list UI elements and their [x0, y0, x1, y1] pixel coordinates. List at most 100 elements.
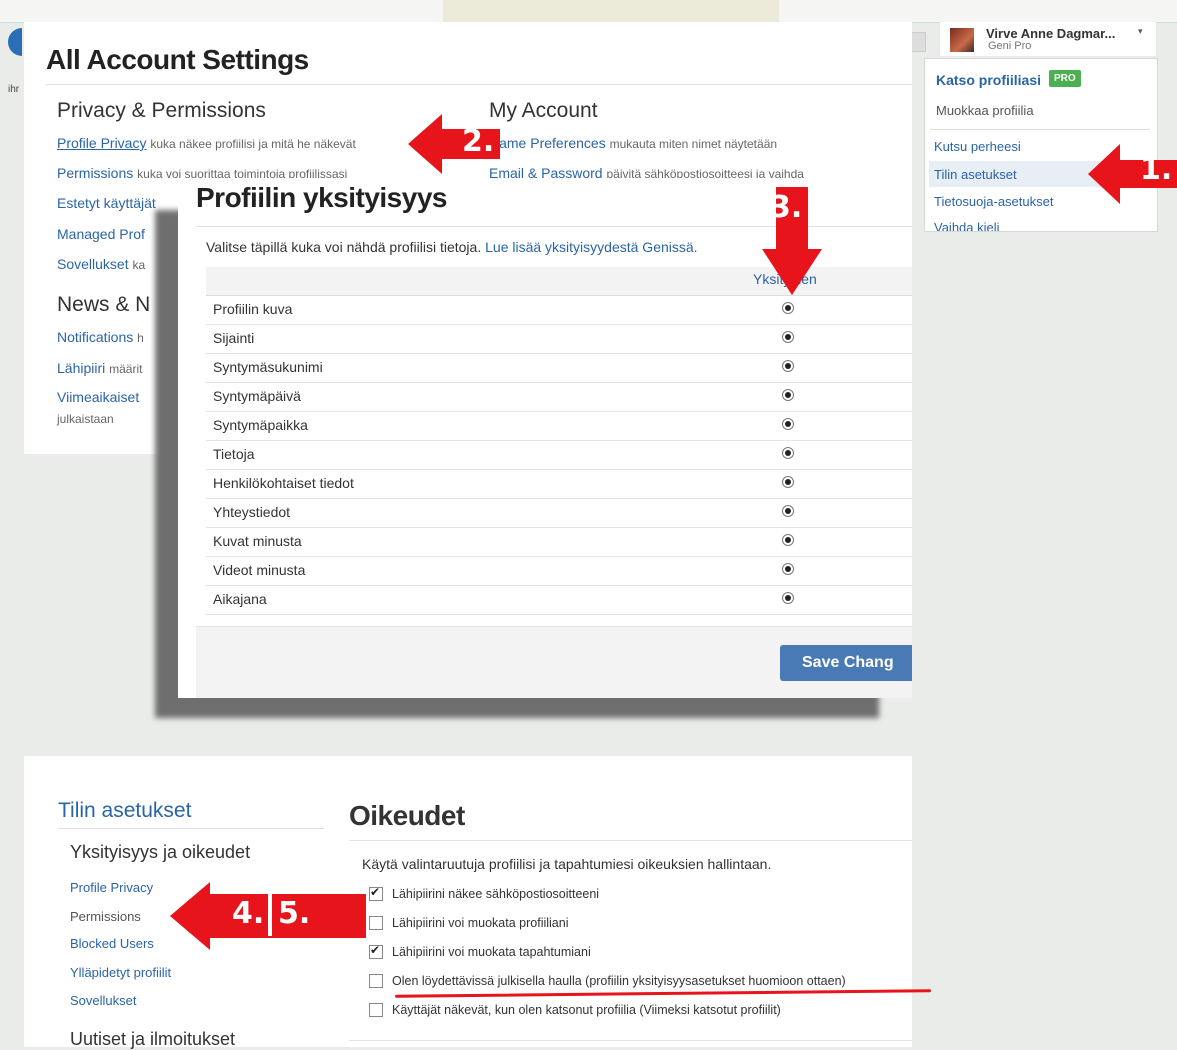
permissions-page-panel: Tilin asetukset Yksityisyys ja oikeudet … — [24, 756, 912, 1049]
permission-option: Lähipiirini voi muokata profiiliani — [369, 914, 568, 932]
table-row-label: Syntymäsukunimi — [213, 359, 323, 375]
user-menu-trigger[interactable]: Virve Anne Dagmar... Geni Pro ▾ — [940, 22, 1156, 56]
intro-text: Valitse täpillä kuka voi nähdä profiilis… — [206, 239, 482, 255]
sidebar-item-apps[interactable]: Sovellukset — [70, 993, 136, 1008]
privacy-link-row: Managed Prof — [57, 226, 145, 242]
background-logo-fragment — [8, 28, 22, 56]
annotation-label-2: 2. — [462, 124, 495, 159]
annotation-label-1: 1. — [1140, 152, 1173, 187]
intro-row: Valitse täpillä kuka voi nähdä profiilis… — [206, 239, 698, 255]
avatar — [950, 28, 974, 52]
sidebar-item-managed-profiles[interactable]: Ylläpidetyt profiilit — [70, 965, 171, 980]
my-account-heading: My Account — [489, 99, 598, 122]
menu-item-invite-family[interactable]: Kutsu perheesi — [934, 139, 1021, 154]
table-row: Aikajana — [206, 586, 912, 615]
profile-privacy-link[interactable]: Profile Privacy — [57, 135, 146, 151]
privacy-link-row: Estetyt käyttäjät — [57, 195, 156, 211]
table-row-label: Profiilin kuva — [213, 301, 293, 317]
profile-privacy-desc: kuka näkee profiilisi ja mitä he näkevät — [150, 137, 356, 151]
permission-option: Käyttäjät näkevät, kun olen katsonut pro… — [369, 1001, 781, 1019]
permission-checkbox[interactable] — [369, 943, 383, 959]
permission-option: Olen löydettävissä julkisella haulla (pr… — [369, 972, 846, 990]
user-plan: Geni Pro — [988, 40, 1032, 52]
privacy-link-row: Profile Privacy kuka näkee profiilisi ja… — [57, 135, 356, 151]
apps-link[interactable]: Sovellukset — [57, 256, 129, 272]
title-divider — [46, 84, 912, 85]
private-radio[interactable] — [782, 418, 794, 430]
table-row: Sijainti — [206, 325, 912, 354]
notifications-desc: h — [137, 331, 144, 345]
recent-link[interactable]: Viimeaikaiset — [57, 389, 139, 405]
table-row-label: Syntymäpäivä — [213, 388, 301, 404]
arrow-divider — [268, 892, 272, 936]
table-row: Syntymäpaikka — [206, 412, 912, 441]
my-account-link-row: Name Preferences mukauta miten nimet näy… — [489, 135, 777, 151]
private-radio[interactable] — [782, 592, 794, 604]
menu-item-change-language[interactable]: Vaihda kieli — [934, 220, 1000, 231]
notifications-link[interactable]: Notifications — [57, 329, 133, 345]
annotation-label-4: 4. — [232, 896, 265, 931]
name-preferences-link[interactable]: Name Preferences — [489, 135, 606, 151]
table-row-label: Sijainti — [213, 330, 255, 346]
permissions-intro: Käytä valintaruutuja profiilisi ja tapah… — [362, 856, 772, 872]
blocked-users-link[interactable]: Estetyt käyttäjät — [57, 195, 156, 211]
private-radio[interactable] — [782, 389, 794, 401]
name-preferences-desc: mukauta miten nimet näytetään — [609, 137, 778, 151]
permission-option: Lähipiirini näkee sähköpostiosoitteeni — [369, 885, 599, 903]
permission-checkbox[interactable] — [369, 973, 383, 988]
news-link-row: Lähipiiri määrit — [57, 360, 142, 376]
table-row-label: Henkilökohtaiset tiedot — [213, 475, 354, 491]
title-divider — [349, 840, 912, 841]
view-profile-link[interactable]: Katso profiiliasi — [936, 72, 1041, 88]
inner-circle-link[interactable]: Lähipiiri — [57, 360, 105, 376]
sidebar-item-profile-privacy[interactable]: Profile Privacy — [70, 880, 153, 895]
permission-checkbox[interactable] — [369, 885, 383, 901]
annotation-label-3: 3. — [770, 190, 803, 225]
sidebar-title[interactable]: Tilin asetukset — [58, 799, 191, 823]
private-radio[interactable] — [782, 302, 794, 314]
privacy-permissions-heading: Privacy & Permissions — [57, 99, 266, 122]
pro-badge: PRO — [1049, 70, 1081, 87]
managed-profiles-link[interactable]: Managed Prof — [57, 226, 145, 242]
permission-checkbox[interactable] — [369, 1002, 383, 1017]
profile-privacy-title: Profiilin yksityisyys — [196, 182, 447, 213]
private-radio[interactable] — [782, 505, 794, 517]
table-row: Syntymäpäivä — [206, 383, 912, 412]
apps-desc: ka — [132, 258, 146, 272]
sidebar-item-permissions[interactable]: Permissions — [70, 909, 141, 924]
private-radio[interactable] — [782, 360, 794, 372]
news-heading: News & N — [57, 293, 151, 316]
menu-item-label: Tilin asetukset — [934, 167, 1017, 182]
table-row: Yhteystiedot — [206, 499, 912, 528]
private-radio[interactable] — [782, 447, 794, 459]
table-row-label: Syntymäpaikka — [213, 417, 308, 433]
save-changes-button[interactable]: Save Chang — [780, 645, 912, 681]
private-radio[interactable] — [782, 534, 794, 546]
privacy-link-row: Sovellukset ka — [57, 256, 145, 272]
table-row-label: Aikajana — [213, 591, 267, 607]
permissions-link[interactable]: Permissions — [57, 165, 133, 181]
permission-checkbox[interactable] — [369, 915, 383, 930]
background-toolbar-box — [910, 32, 926, 52]
permission-label: Lähipiirini voi muokata profiiliani — [392, 915, 569, 930]
private-radio[interactable] — [782, 331, 794, 343]
page-title: All Account Settings — [46, 44, 309, 75]
menu-divider — [930, 129, 1150, 130]
table-row: Videot minusta — [206, 557, 912, 586]
bottom-divider — [349, 1040, 912, 1041]
permission-option: Lähipiirini voi muokata tapahtumiani — [369, 943, 591, 961]
edit-profile-link[interactable]: Muokkaa profiilia — [936, 103, 1034, 118]
privacy-info-link[interactable]: Lue lisää yksityisyydestä Genissä. — [485, 239, 697, 255]
sidebar-divider — [58, 828, 324, 829]
permissions-title: Oikeudet — [349, 800, 465, 831]
news-extra-text: julkaistaan — [57, 412, 114, 426]
table-row: Tietoja — [206, 441, 912, 470]
private-radio[interactable] — [782, 563, 794, 575]
table-row-label: Yhteystiedot — [213, 504, 291, 520]
private-radio[interactable] — [782, 476, 794, 488]
table-row: Syntymäsukunimi — [206, 354, 912, 383]
news-link-row: Viimeaikaiset — [57, 389, 139, 405]
menu-item-privacy-settings[interactable]: Tietosuoja-asetukset — [934, 194, 1053, 209]
privacy-table: Yksityinen Profiilin kuvaSijaintiSyntymä… — [206, 267, 912, 615]
sidebar-item-blocked-users[interactable]: Blocked Users — [70, 936, 154, 951]
